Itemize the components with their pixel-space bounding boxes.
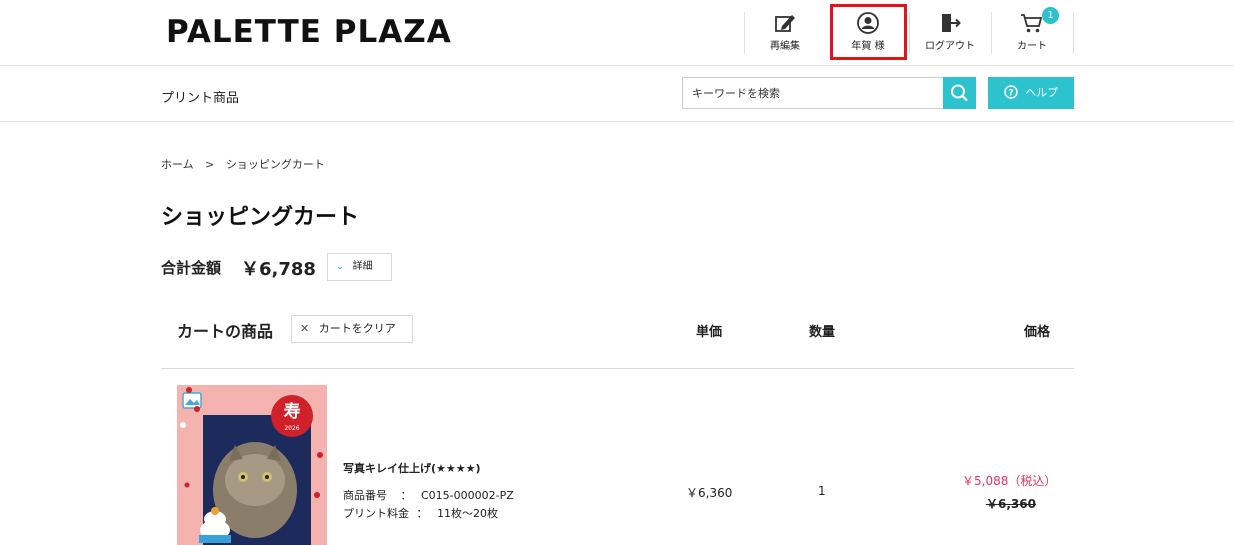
- nav-divider: [1073, 12, 1074, 54]
- breadcrumb: ホーム > ショッピングカート: [161, 156, 333, 172]
- product-name[interactable]: 写真キレイ仕上げ(★★★★): [343, 460, 481, 476]
- column-header-price: 価格: [1024, 325, 1051, 340]
- breadcrumb-home[interactable]: ホーム: [161, 158, 194, 171]
- column-header-unit-price: 単価: [696, 325, 723, 340]
- print-fee-value: 11枚〜20枚: [437, 507, 498, 520]
- logout-label: ログアウト: [925, 41, 975, 52]
- site-logo[interactable]: PALETTE PLAZA: [166, 14, 452, 50]
- breadcrumb-current: ショッピングカート: [225, 158, 325, 171]
- total-label: 合計金額: [161, 259, 222, 277]
- search-input[interactable]: [682, 77, 944, 109]
- product-number-value: C015-000002-PZ: [421, 489, 514, 502]
- logout-nav-item[interactable]: ログアウト: [910, 12, 990, 56]
- search-button[interactable]: [943, 77, 976, 109]
- cart-items-heading: カートの商品: [177, 322, 274, 341]
- unit-price: ￥6,360: [686, 486, 733, 500]
- quantity-value: 1: [818, 484, 826, 498]
- chevron-down-icon: ⌄: [336, 261, 345, 272]
- cart-label: カート: [1017, 41, 1047, 52]
- breadcrumb-separator: >: [205, 158, 215, 171]
- svg-text:?: ?: [1008, 89, 1013, 99]
- print-fee-label: プリント料金: [343, 507, 409, 520]
- user-label: 年賀 様: [851, 41, 885, 52]
- close-icon: ✕: [300, 322, 310, 335]
- reedit-label: 再編集: [770, 41, 800, 52]
- cart-count-badge: 1: [1042, 7, 1059, 24]
- sale-price: ￥5,088（税込）: [962, 474, 1057, 488]
- product-number-row: 商品番号 ： C015-000002-PZ: [343, 489, 514, 502]
- user-icon: [857, 12, 879, 34]
- help-icon: ?: [1004, 85, 1018, 99]
- detail-button[interactable]: ⌄ 詳細: [327, 253, 392, 281]
- detail-label: 詳細: [352, 261, 373, 272]
- reedit-nav-item[interactable]: 再編集: [745, 12, 825, 56]
- user-nav-item[interactable]: 年賀 様: [828, 12, 908, 56]
- page-title: ショッピングカート: [161, 205, 360, 230]
- new-year-card-image: 寿 2026: [177, 385, 327, 545]
- category-link[interactable]: プリント商品: [161, 87, 239, 106]
- shopping-cart-icon: [1021, 14, 1043, 33]
- original-price: ￥6,360: [986, 497, 1036, 511]
- thumb-kanji: 寿: [284, 401, 301, 422]
- print-fee-row: プリント料金 ： 11枚〜20枚: [343, 507, 498, 520]
- divider: [161, 368, 1074, 369]
- help-label: ヘルプ: [1025, 86, 1059, 99]
- product-thumbnail[interactable]: 寿 2026: [177, 385, 327, 545]
- clear-cart-button[interactable]: ✕ カートをクリア: [291, 315, 413, 343]
- logout-icon: [942, 14, 961, 32]
- thumb-year: 2026: [284, 425, 299, 432]
- product-number-label: 商品番号: [343, 489, 387, 502]
- clear-cart-label: カートをクリア: [318, 322, 396, 335]
- help-button[interactable]: ? ヘルプ: [988, 77, 1074, 109]
- edit-icon: [775, 15, 795, 32]
- cart-nav-item[interactable]: カート: [992, 12, 1072, 56]
- sub-navigation: プリント商品 ? ヘルプ: [0, 66, 1234, 122]
- column-header-quantity: 数量: [809, 325, 836, 340]
- top-header: PALETTE PLAZA 再編集 年賀 様 ログアウト カート 1: [0, 0, 1234, 66]
- total-value: ￥6,788: [241, 259, 316, 280]
- search-icon: [951, 84, 968, 102]
